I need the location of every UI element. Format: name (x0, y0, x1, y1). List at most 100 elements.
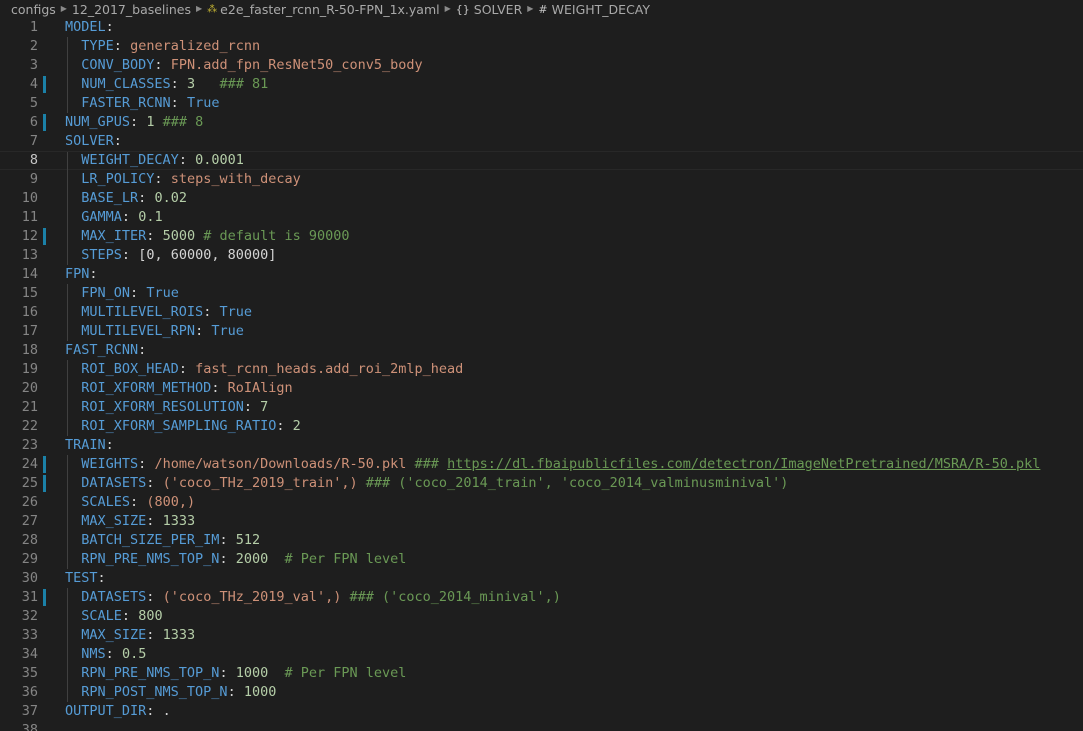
yaml-key: WEIGHTS (81, 456, 139, 472)
yaml-colon: : (146, 228, 155, 244)
yaml-comment: ### 8 (154, 114, 204, 130)
breadcrumb-file[interactable]: e2e_faster_rcnn_R-50-FPN_1x.yaml (220, 2, 439, 17)
code-line[interactable]: 22 ROI_XFORM_SAMPLING_RATIO: 2 (0, 417, 1083, 436)
code-line[interactable]: 25 DATASETS: ('coco_THz_2019_train',) ##… (0, 474, 1083, 493)
yaml-colon: : (170, 76, 179, 92)
yaml-colon: : (146, 513, 155, 529)
modified-line-marker[interactable] (43, 114, 46, 131)
code-text: OUTPUT_DIR: . (65, 702, 171, 721)
yaml-colon: : (227, 684, 236, 700)
modified-line-marker[interactable] (43, 76, 46, 93)
breadcrumb-folder-baselines[interactable]: 12_2017_baselines (72, 2, 191, 17)
yaml-colon: : (113, 38, 122, 54)
yaml-key: MAX_SIZE (81, 627, 147, 643)
code-line[interactable]: 8 WEIGHT_DECAY: 0.0001 (0, 151, 1083, 171)
yaml-comment: # Per FPN level (268, 551, 407, 567)
code-line[interactable]: 32 SCALE: 800 (0, 607, 1083, 626)
code-line[interactable]: 11 GAMMA: 0.1 (0, 208, 1083, 227)
code-line[interactable]: 31 DATASETS: ('coco_THz_2019_val',) ### … (0, 588, 1083, 607)
code-line[interactable]: 19 ROI_BOX_HEAD: fast_rcnn_heads.add_roi… (0, 360, 1083, 379)
code-line[interactable]: 27 MAX_SIZE: 1333 (0, 512, 1083, 531)
line-number: 14 (21, 266, 38, 282)
chevron-right-icon: ▶ (527, 3, 534, 13)
yaml-colon: : (105, 19, 114, 35)
breadcrumb-symbol-solver[interactable]: SOLVER (474, 2, 523, 17)
yaml-value: fast_rcnn_heads.add_roi_2mlp_head (195, 361, 464, 377)
yaml-key: OUTPUT_DIR (65, 703, 147, 719)
modified-line-marker[interactable] (43, 589, 46, 606)
yaml-comment: ### ('coco_2014_train', 'coco_2014_valmi… (357, 475, 789, 491)
line-number: 3 (29, 57, 38, 73)
line-number: 2 (29, 38, 38, 54)
code-line[interactable]: 12 MAX_ITER: 5000 # default is 90000 (0, 227, 1083, 246)
code-line[interactable]: 10 BASE_LR: 0.02 (0, 189, 1083, 208)
yaml-colon: : (146, 589, 155, 605)
code-line[interactable]: 16 MULTILEVEL_ROIS: True (0, 303, 1083, 322)
code-line[interactable]: 20 ROI_XFORM_METHOD: RoIAlign (0, 379, 1083, 398)
yaml-colon: : (121, 608, 131, 624)
code-line[interactable]: 1 MODEL: (0, 18, 1083, 37)
yaml-value: 0.0001 (195, 152, 244, 168)
yaml-colon: : (211, 380, 220, 396)
modified-line-marker[interactable] (43, 228, 46, 245)
code-line[interactable]: 37 OUTPUT_DIR: . (0, 702, 1083, 721)
line-number: 17 (21, 323, 38, 339)
code-line[interactable]: 6 NUM_GPUS: 1 ### 8 (0, 113, 1083, 132)
code-line[interactable]: 29 RPN_PRE_NMS_TOP_N: 2000 # Per FPN lev… (0, 550, 1083, 569)
yaml-value: 2000 (235, 551, 269, 567)
yaml-key: LR_POLICY (81, 171, 155, 187)
yaml-key: GAMMA (81, 209, 122, 225)
modified-line-marker[interactable] (43, 475, 46, 492)
code-line[interactable]: 4 NUM_CLASSES: 3 ### 81 (0, 75, 1083, 94)
code-text: ROI_XFORM_RESOLUTION: 7 (65, 398, 268, 417)
code-line[interactable]: 33 MAX_SIZE: 1333 (0, 626, 1083, 645)
yaml-colon: : (121, 209, 131, 225)
code-line[interactable]: 18 FAST_RCNN: (0, 341, 1083, 360)
code-line[interactable]: 38 (0, 721, 1083, 731)
code-line[interactable]: 24 WEIGHTS: /home/watson/Downloads/R-50.… (0, 455, 1083, 474)
yaml-colon: : (105, 646, 114, 662)
code-line[interactable]: 5 FASTER_RCNN: True (0, 94, 1083, 113)
code-line[interactable]: 21 ROI_XFORM_RESOLUTION: 7 (0, 398, 1083, 417)
yaml-key: DATASETS (81, 589, 147, 605)
code-line[interactable]: 14 FPN: (0, 265, 1083, 284)
code-line[interactable]: 23 TRAIN: (0, 436, 1083, 455)
yaml-value: [0, 60000, 80000] (138, 247, 277, 263)
code-line[interactable]: 36 RPN_POST_NMS_TOP_N: 1000 (0, 683, 1083, 702)
code-line[interactable]: 26 SCALES: (800,) (0, 493, 1083, 512)
modified-line-marker[interactable] (43, 456, 46, 473)
code-line[interactable]: 17 MULTILEVEL_RPN: True (0, 322, 1083, 341)
yaml-colon: : (178, 361, 187, 377)
yaml-value: 0.02 (154, 190, 187, 206)
code-text: NUM_CLASSES: 3 ### 81 (65, 75, 268, 94)
code-line[interactable]: 2 TYPE: generalized_rcnn (0, 37, 1083, 56)
breadcrumb-symbol-weight-decay[interactable]: WEIGHT_DECAY (552, 2, 650, 17)
yaml-comment: ### ('coco_2014_minival',) (341, 589, 561, 605)
code-text: LR_POLICY: steps_with_decay (65, 170, 300, 189)
code-editor[interactable]: 1 MODEL: 2 TYPE: generalized_rcnn 3 CONV_BO… (0, 18, 1083, 731)
yaml-value: ('coco_THz_2019_val',) (162, 589, 342, 605)
chevron-right-icon: ▶ (60, 3, 67, 13)
code-text: RPN_PRE_NMS_TOP_N: 1000 # Per FPN level (65, 664, 406, 683)
yaml-value: ('coco_THz_2019_train',) (162, 475, 358, 491)
code-line[interactable]: 34 NMS: 0.5 (0, 645, 1083, 664)
yaml-key: SCALES (81, 494, 131, 510)
code-line[interactable]: 9 LR_POLICY: steps_with_decay (0, 170, 1083, 189)
code-line[interactable]: 13 STEPS: [0, 60000, 80000] (0, 246, 1083, 265)
yaml-key: BASE_LR (81, 190, 139, 206)
breadcrumb-folder-configs[interactable]: configs (0, 2, 56, 17)
code-text: TYPE: generalized_rcnn (65, 37, 260, 56)
yaml-value: 1000 (235, 665, 269, 681)
yaml-value: /home/watson/Downloads/R-50.pkl (154, 456, 407, 472)
yaml-key: FAST_RCNN (65, 342, 139, 358)
code-line[interactable]: 15 FPN_ON: True (0, 284, 1083, 303)
yaml-key: NUM_CLASSES (81, 76, 171, 92)
line-number: 11 (21, 209, 38, 225)
code-line[interactable]: 3 CONV_BODY: FPN.add_fpn_ResNet50_conv5_… (0, 56, 1083, 75)
code-text: MULTILEVEL_RPN: True (65, 322, 244, 341)
code-line[interactable]: 30 TEST: (0, 569, 1083, 588)
code-line[interactable]: 28 BATCH_SIZE_PER_IM: 512 (0, 531, 1083, 550)
code-line[interactable]: 35 RPN_PRE_NMS_TOP_N: 1000 # Per FPN lev… (0, 664, 1083, 683)
line-number: 16 (21, 304, 38, 320)
code-line[interactable]: 7 SOLVER: (0, 132, 1083, 151)
